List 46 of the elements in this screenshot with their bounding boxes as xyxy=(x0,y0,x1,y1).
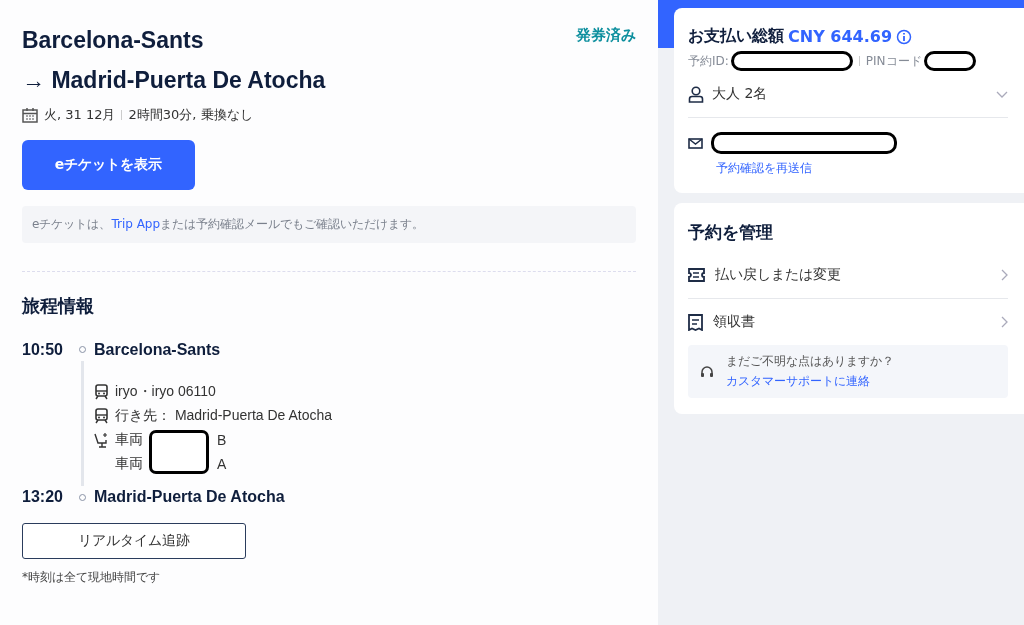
arrival-station: Madrid-Puerta De Atocha xyxy=(94,487,286,507)
total-label: お支払い総額 xyxy=(688,26,784,47)
info-icon[interactable] xyxy=(896,28,913,45)
calendar-icon xyxy=(22,107,38,123)
realtime-tracking-button[interactable]: リアルタイム追跡 xyxy=(22,523,246,559)
route-title: Barcelona-Sants xyxy=(22,27,204,53)
customer-support-link[interactable]: カスタマーサポートに連絡 xyxy=(726,374,870,388)
seat-value: A xyxy=(217,455,227,472)
trip-duration: 2時間30分, 乗換なし xyxy=(128,106,253,124)
manage-item[interactable]: 領収書 xyxy=(688,299,1008,345)
chevron-right-icon xyxy=(1001,269,1008,281)
seat-icon xyxy=(94,431,109,448)
show-eticket-button[interactable]: eチケットを表示 xyxy=(22,140,195,190)
train-detail: iryo・iryo 06110 xyxy=(115,382,216,401)
arrival-time: 13:20 xyxy=(22,487,64,507)
route-title: → Madrid-Puerta De Atocha xyxy=(22,67,326,93)
status-label: 発券済み xyxy=(576,26,636,45)
resend-confirmation-link[interactable]: 予約確認を再送信 xyxy=(716,160,812,177)
trip-app-link[interactable]: Trip App xyxy=(111,217,161,231)
pin-label: PINコード xyxy=(865,52,922,70)
train-icon xyxy=(94,407,109,424)
section-title: 旅程情報 xyxy=(22,294,95,318)
redaction-mark xyxy=(923,51,976,71)
car-label: 車両 xyxy=(115,454,143,473)
car-label: 車両 xyxy=(115,430,143,449)
departure-station: Barcelona-Sants xyxy=(94,340,222,360)
receipt-icon xyxy=(688,313,703,331)
mail-icon xyxy=(688,137,703,149)
seat-value: B xyxy=(217,431,227,448)
section-title: 予約を管理 xyxy=(688,221,774,244)
footnote: *時刻は全て現地時間です xyxy=(22,569,161,586)
eticket-note: eチケットは、Trip Appまたは予約確認メールでもご確認いただけます。 xyxy=(22,206,636,243)
total-amount: CNY 644.69 xyxy=(788,27,893,46)
redaction-mark xyxy=(149,429,209,474)
departure-time: 10:50 xyxy=(22,340,64,360)
booking-id-label: 予約ID: xyxy=(688,52,729,70)
train-icon xyxy=(94,383,109,400)
headset-icon xyxy=(700,364,714,379)
passenger-count: 大人 2名 xyxy=(712,85,769,103)
person-icon xyxy=(688,85,704,103)
help-text: まだご不明な点はありますか？ xyxy=(726,353,894,370)
manage-item[interactable]: 払い戻しまたは変更 xyxy=(688,252,1008,299)
ticket-icon xyxy=(688,268,705,282)
train-detail: 行き先： Madrid-Puerta De Atocha xyxy=(115,406,333,425)
chevron-right-icon xyxy=(1001,316,1008,328)
trip-date: 火, 31 12月 xyxy=(44,106,116,124)
